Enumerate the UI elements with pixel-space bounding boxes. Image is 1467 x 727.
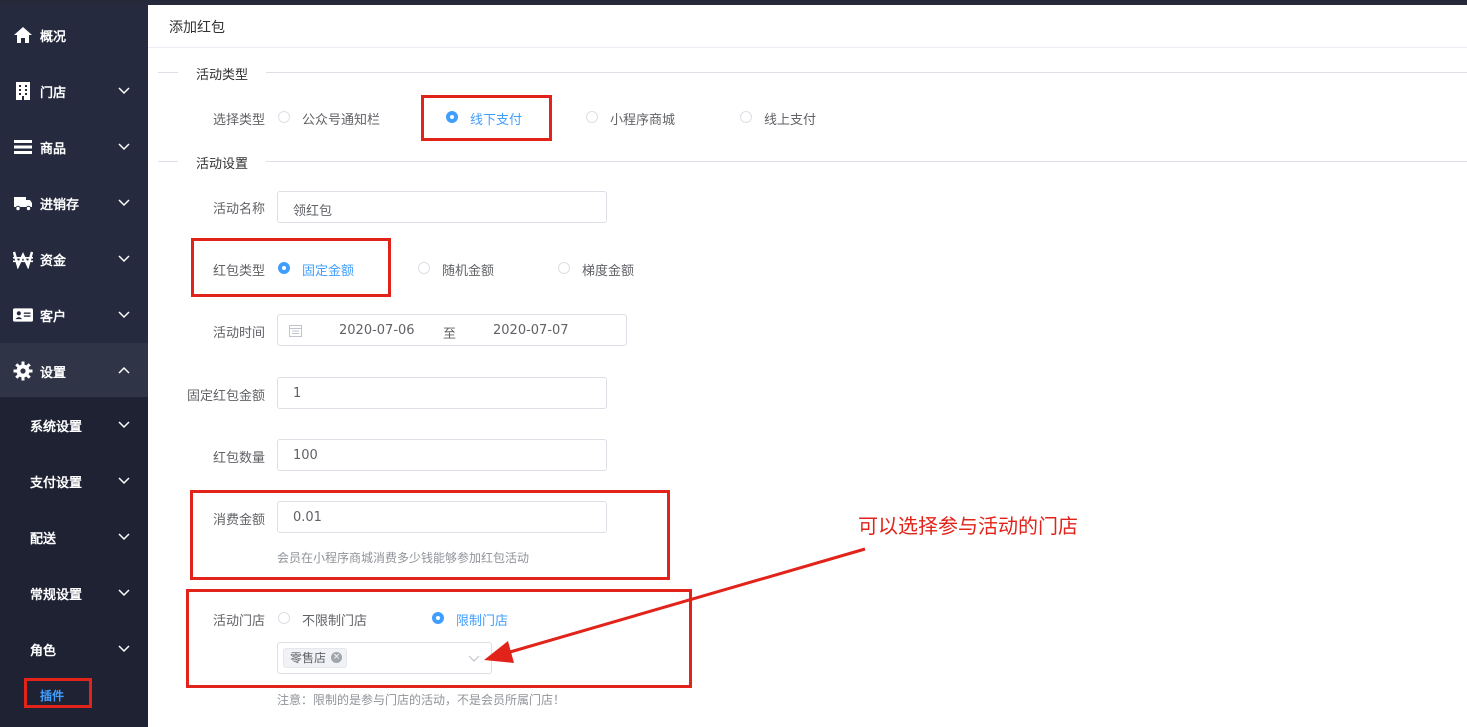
- radio-label: 公众号通知栏: [302, 113, 381, 128]
- annotation-text: 可以选择参与活动的门店: [858, 514, 1078, 538]
- fixed-amount-label: 固定红包金额: [186, 389, 265, 404]
- radio-label: 随机金额: [442, 264, 495, 279]
- sidebar-subitem-payment-settings[interactable]: 支付设置: [0, 453, 148, 509]
- page-header: 添加红包: [148, 5, 1467, 48]
- radio-circle: [740, 111, 752, 123]
- section-divider: [158, 161, 1467, 162]
- radio-circle: [558, 262, 570, 274]
- list-icon: [14, 140, 32, 154]
- radio-circle: [278, 111, 290, 123]
- section-title-activity-type: 活动类型: [178, 64, 267, 83]
- sidebar-item-label: 概况: [40, 30, 67, 45]
- radio-circle: [418, 262, 430, 274]
- sidebar-item-label: 设置: [40, 366, 67, 381]
- sidebar-subitem-general-settings[interactable]: 常规设置: [0, 565, 148, 621]
- sidebar-subitem-label: 配送: [30, 532, 57, 547]
- sidebar-item-inventory[interactable]: 进销存: [0, 175, 148, 231]
- radio-circle: [586, 111, 598, 123]
- activity-time-label: 活动时间: [212, 326, 265, 341]
- chevron-down-icon: [118, 255, 130, 263]
- chevron-down-icon: [118, 87, 130, 95]
- sidebar-item-label: 客户: [40, 310, 67, 325]
- sidebar-subitem-label: 常规设置: [30, 588, 83, 603]
- radio-label: 小程序商城: [610, 113, 676, 128]
- chevron-down-icon: [118, 199, 130, 207]
- chevron-down-icon: [118, 533, 130, 541]
- highlight-box: [421, 95, 552, 141]
- chevron-down-icon: [118, 311, 130, 319]
- redpack-count-label: 红包数量: [212, 451, 265, 466]
- sidebar-subitem-label: 支付设置: [30, 476, 83, 491]
- truck-icon: [14, 197, 32, 212]
- activity-name-value: 领红包: [293, 204, 333, 219]
- store-note: 注意：限制的是参与门店的活动，不是会员所属门店！: [277, 693, 566, 707]
- sidebar-item-goods[interactable]: 商品: [0, 119, 148, 175]
- fixed-amount-value: 1: [293, 386, 302, 401]
- fixed-amount-input[interactable]: 1: [277, 377, 607, 409]
- activity-name-label: 活动名称: [212, 202, 265, 217]
- sidebar-item-label: 门店: [40, 86, 67, 101]
- page-title: 添加红包: [169, 20, 225, 36]
- activity-name-input[interactable]: 领红包: [277, 191, 607, 223]
- end-date[interactable]: 2020-07-07: [493, 323, 569, 338]
- won-icon: [13, 251, 33, 269]
- section-divider: [158, 72, 1467, 73]
- building-icon: [16, 82, 30, 100]
- sidebar-subitem-label: 系统设置: [30, 420, 83, 435]
- chevron-down-icon: [118, 421, 130, 429]
- radio-label: 梯度金额: [582, 264, 635, 279]
- section-title-activity-settings: 活动设置: [178, 153, 267, 172]
- sidebar-subitem-delivery[interactable]: 配送: [0, 509, 148, 565]
- chevron-down-icon: [118, 589, 130, 597]
- range-separator: 至: [443, 327, 457, 342]
- sidebar-subitem-roles[interactable]: 角色: [0, 621, 148, 727]
- id-card-icon: [13, 308, 33, 322]
- date-range-picker[interactable]: 2020-07-06 至 2020-07-07: [277, 314, 627, 346]
- redpack-count-input[interactable]: 100: [277, 439, 607, 471]
- radio-label: 线上支付: [764, 113, 817, 128]
- chevron-down-icon: [118, 477, 130, 485]
- highlight-box: [191, 238, 391, 297]
- annotation-arrow-icon: [484, 547, 866, 663]
- sidebar-item-store[interactable]: 门店: [0, 63, 148, 119]
- sidebar-item-label: 商品: [40, 142, 67, 157]
- chevron-up-icon: [118, 366, 130, 374]
- sidebar-subitem-system-settings[interactable]: 系统设置: [0, 397, 148, 453]
- sidebar-subitem-label: 角色: [30, 644, 57, 659]
- calendar-icon: [289, 325, 302, 337]
- redpack-count-value: 100: [293, 448, 318, 463]
- sidebar-item-plugin-label: 插件: [40, 689, 65, 703]
- select-type-label: 选择类型: [212, 113, 265, 128]
- home-icon: [14, 27, 32, 43]
- gear-icon: [13, 361, 33, 381]
- sidebar-item-funds[interactable]: 资金: [0, 231, 148, 287]
- sidebar-item-label: 进销存: [40, 198, 80, 213]
- sidebar-item-settings[interactable]: 设置: [0, 343, 148, 399]
- chevron-down-icon: [118, 645, 130, 653]
- sidebar-item-plugin[interactable]: 插件: [24, 678, 92, 708]
- start-date[interactable]: 2020-07-06: [339, 323, 415, 338]
- sidebar-item-customer[interactable]: 客户: [0, 287, 148, 343]
- sidebar-item-overview[interactable]: 概况: [0, 7, 148, 63]
- chevron-down-icon: [118, 143, 130, 151]
- sidebar-item-label: 资金: [40, 254, 67, 269]
